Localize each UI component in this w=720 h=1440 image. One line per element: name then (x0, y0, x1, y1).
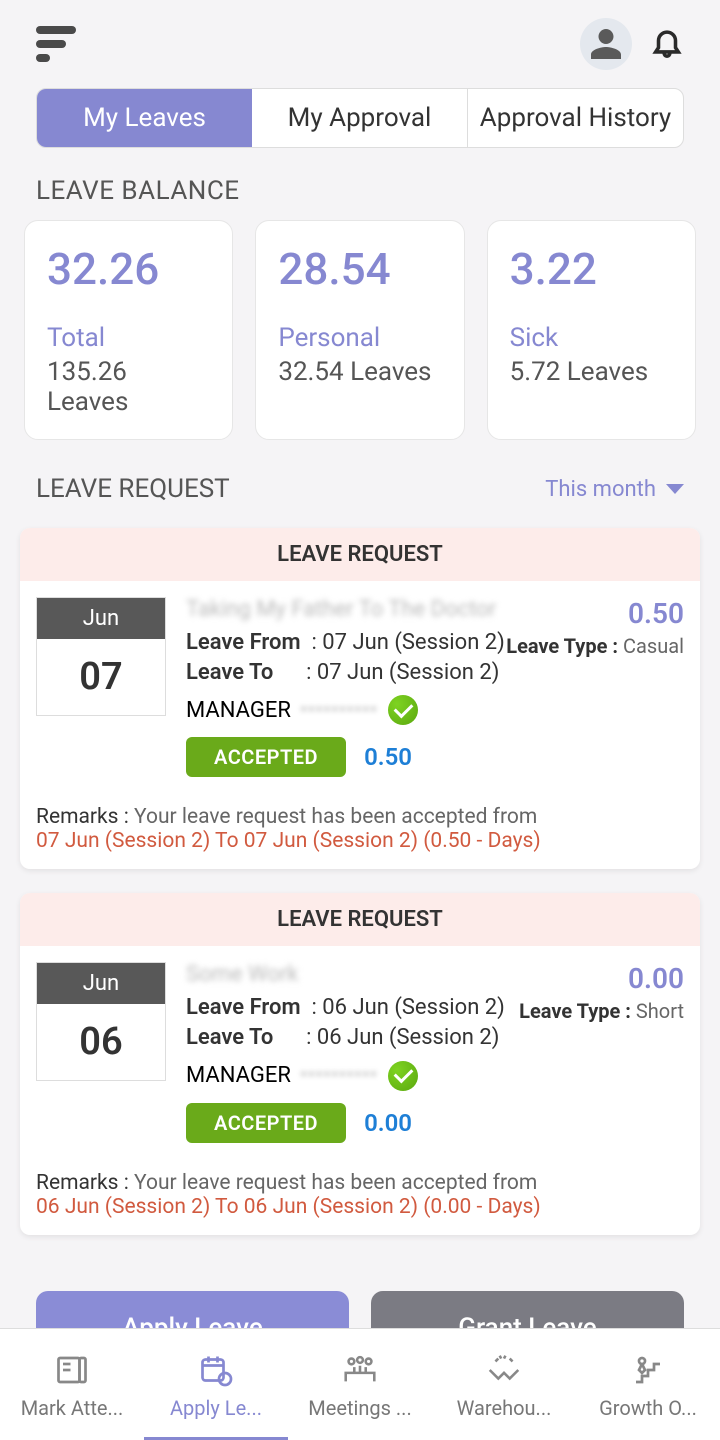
nav-label: Warehou... (457, 1396, 552, 1420)
balance-label: Personal (278, 323, 441, 353)
check-icon (388, 695, 418, 725)
balance-label: Total (47, 323, 210, 353)
balance-value: 32.26 (47, 243, 210, 295)
balance-label: Sick (510, 323, 673, 353)
nav-mark-attendance[interactable]: Mark Atte... (0, 1329, 144, 1440)
date-box: Jun 07 (36, 597, 166, 716)
status-badge: ACCEPTED (186, 1103, 346, 1143)
manager-label: MANAGER (186, 698, 291, 723)
nav-growth[interactable]: Growth O... (576, 1329, 720, 1440)
leave-type-label: Leave Type : (506, 634, 618, 658)
tabs: My Leaves My Approval Approval History (36, 88, 684, 148)
nav-meetings[interactable]: Meetings ... (288, 1329, 432, 1440)
status-badge: ACCEPTED (186, 737, 346, 777)
date-month: Jun (37, 598, 165, 639)
leave-type-value: Short (636, 999, 684, 1023)
balance-value: 3.22 (510, 243, 673, 295)
tab-my-approval[interactable]: My Approval (252, 89, 468, 147)
date-box: Jun 06 (36, 962, 166, 1081)
nav-label: Growth O... (599, 1396, 697, 1420)
from-label: Leave From (186, 630, 301, 655)
balance-value: 28.54 (278, 243, 441, 295)
tab-approval-history[interactable]: Approval History (468, 89, 683, 147)
date-month: Jun (37, 963, 165, 1004)
remarks: Remarks : Your leave request has been ac… (36, 805, 684, 853)
manager-label: MANAGER (186, 1063, 291, 1088)
filter-label: This month (545, 477, 656, 502)
balance-card-personal: 28.54 Personal 32.54 Leaves (255, 220, 464, 440)
nav-label: Mark Atte... (21, 1396, 124, 1420)
bottom-nav: Mark Atte... Apply Le... Meetings ... Wa… (0, 1328, 720, 1440)
leave-type-label: Leave Type : (519, 999, 631, 1023)
nav-label: Apply Le... (170, 1396, 262, 1420)
manager-name: ·········· (301, 1063, 378, 1088)
balance-card-sick: 3.22 Sick 5.72 Leaves (487, 220, 696, 440)
growth-icon (630, 1350, 666, 1390)
card-header: LEAVE REQUEST (20, 528, 700, 581)
chevron-down-icon (666, 484, 684, 494)
leave-request-card[interactable]: LEAVE REQUEST Jun 07 Taking My Father To… (20, 528, 700, 869)
leave-amount: 0.00 (519, 962, 684, 995)
tab-my-leaves[interactable]: My Leaves (37, 89, 252, 147)
manager-name: ·········· (301, 698, 378, 723)
from-value: 06 Jun (Session 2) (322, 995, 505, 1020)
calendar-icon (198, 1350, 234, 1390)
to-value: 07 Jun (Session 2) (317, 660, 500, 685)
menu-icon[interactable] (36, 24, 80, 64)
leave-reason: Some Work (186, 962, 519, 987)
avatar-icon[interactable] (580, 18, 632, 70)
card-header: LEAVE REQUEST (20, 893, 700, 946)
nav-label: Meetings ... (308, 1396, 411, 1420)
leave-reason: Taking My Father To The Doctor (186, 597, 506, 622)
leave-balance-title: LEAVE BALANCE (36, 176, 684, 206)
nav-apply-leave[interactable]: Apply Le... (144, 1329, 288, 1440)
attendance-icon (54, 1350, 90, 1390)
to-label: Leave To (186, 660, 273, 685)
from-value: 07 Jun (Session 2) (322, 630, 505, 655)
leave-type-value: Casual (623, 634, 684, 658)
balance-sub: 32.54 Leaves (278, 357, 441, 387)
balance-sub: 5.72 Leaves (510, 357, 673, 387)
balance-card-total: 32.26 Total 135.26 Leaves (24, 220, 233, 440)
status-amount: 0.50 (364, 743, 412, 771)
date-day: 06 (37, 1004, 165, 1080)
leave-amount: 0.50 (506, 597, 684, 630)
remarks: Remarks : Your leave request has been ac… (36, 1171, 684, 1219)
notification-icon[interactable] (650, 25, 684, 63)
balance-sub: 135.26 Leaves (47, 357, 210, 417)
meetings-icon (340, 1350, 380, 1390)
leave-request-card[interactable]: LEAVE REQUEST Jun 06 Some Work Leave Fro… (20, 893, 700, 1234)
handshake-icon (484, 1350, 524, 1390)
to-value: 06 Jun (Session 2) (317, 1025, 500, 1050)
from-label: Leave From (186, 995, 301, 1020)
check-icon (388, 1061, 418, 1091)
date-day: 07 (37, 639, 165, 715)
filter-dropdown[interactable]: This month (545, 477, 684, 502)
status-amount: 0.00 (364, 1109, 412, 1137)
to-label: Leave To (186, 1025, 273, 1050)
leave-request-title: LEAVE REQUEST (36, 474, 230, 504)
nav-warehouse[interactable]: Warehou... (432, 1329, 576, 1440)
